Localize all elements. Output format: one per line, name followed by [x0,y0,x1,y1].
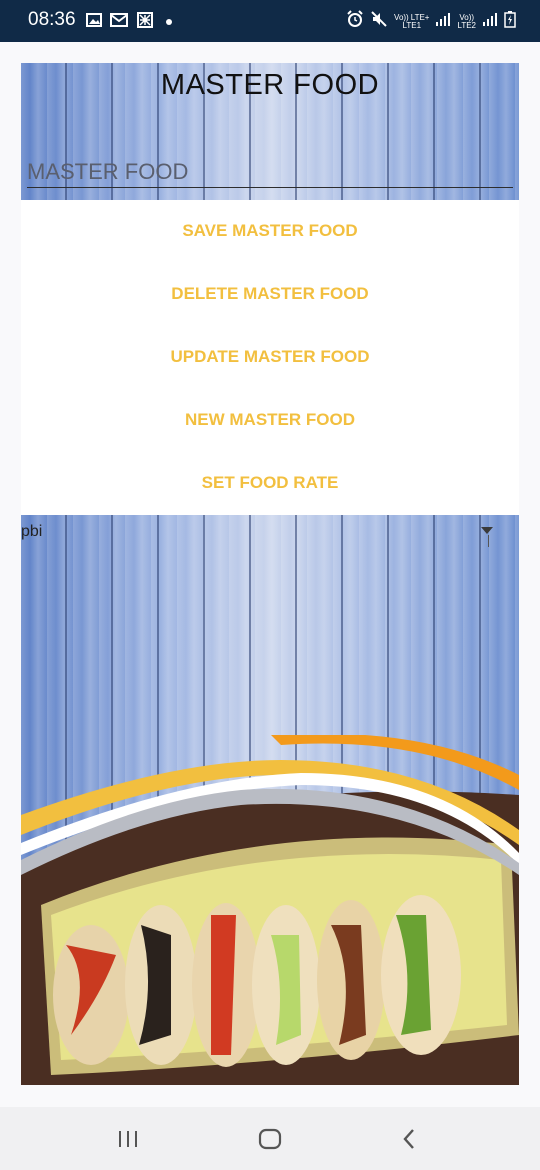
update-master-food-button[interactable]: UPDATE MASTER FOOD [21,329,519,385]
recent-apps-button[interactable] [108,1125,148,1153]
save-master-food-button[interactable]: SAVE MASTER FOOD [21,203,519,259]
page-title: MASTER FOOD [160,69,380,101]
background-panel: pbi [21,515,519,1085]
status-bar: 08:36 Vo)) LTE+ LTE1 Vo)) LTE2 [0,0,540,42]
master-food-input[interactable] [27,157,513,188]
signal-icon [482,11,498,32]
navigation-bar [0,1107,540,1170]
back-button[interactable] [390,1125,430,1153]
dot-icon [166,19,172,25]
button-panel: SAVE MASTER FOOD DELETE MASTER FOOD UPDA… [21,200,519,515]
qr-icon [137,12,153,28]
home-icon [258,1128,282,1150]
volte-lte2-icon: Vo)) LTE2 [457,12,476,30]
header-panel: MASTER FOOD [21,63,519,200]
home-button[interactable] [250,1125,290,1153]
delete-master-food-button[interactable]: DELETE MASTER FOOD [21,266,519,322]
food-banner-image [21,735,519,1085]
set-food-rate-button[interactable]: SET FOOD RATE [21,455,519,511]
gmail-icon [110,12,128,28]
volte-lte1-icon: Vo)) LTE+ LTE1 [394,12,430,30]
status-time: 08:36 [28,9,76,30]
recent-apps-icon [119,1131,137,1147]
signal-icon [435,11,451,32]
status-right-icons: Vo)) LTE+ LTE1 Vo)) LTE2 [346,10,516,33]
app-screen: MASTER FOOD SAVE MASTER FOOD DELETE MAST… [21,63,519,1085]
image-icon [86,12,102,28]
mute-icon [370,10,388,33]
chevron-down-icon [481,527,493,534]
new-master-food-button[interactable]: NEW MASTER FOOD [21,392,519,448]
spinner-selected-value: pbi [21,523,43,540]
battery-charging-icon [504,10,516,33]
spinner-divider [488,535,489,547]
alarm-icon [346,10,364,33]
back-icon [403,1129,414,1149]
